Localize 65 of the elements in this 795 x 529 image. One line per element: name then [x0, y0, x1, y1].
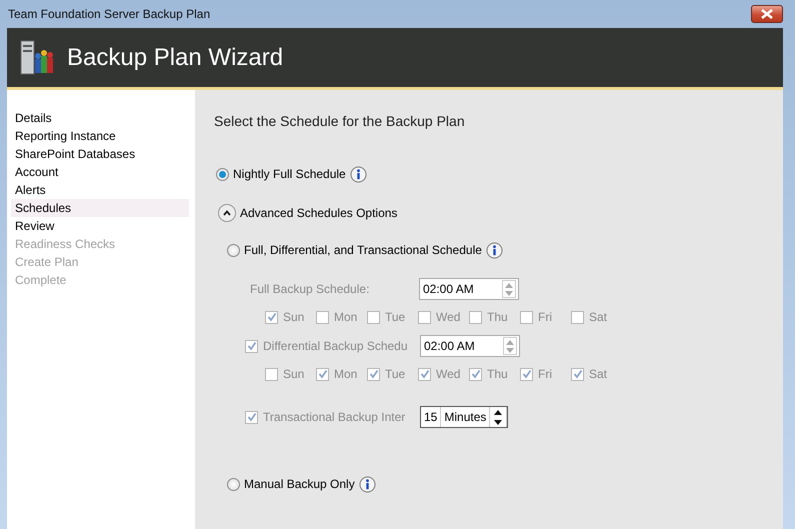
radio-button[interactable]: [227, 244, 240, 256]
day-label: Mon: [334, 309, 358, 326]
expander-label: Advanced Schedules Options: [240, 205, 398, 222]
sidebar-item[interactable]: Reporting Instance: [11, 127, 189, 145]
radio-label: Nightly Full Schedule: [233, 166, 346, 183]
day-label: Wed: [436, 309, 460, 326]
checkbox[interactable]: [265, 368, 278, 380]
expander-button[interactable]: [218, 204, 236, 222]
day-label: Thu: [487, 309, 508, 326]
radio-button[interactable]: [216, 168, 229, 180]
day-label: Sun: [283, 366, 304, 383]
day-label: Sun: [283, 309, 304, 326]
day-label: Thu: [487, 366, 508, 383]
schedule-label: Full Backup Schedule:: [250, 281, 370, 298]
checkbox[interactable]: [520, 368, 533, 380]
radio-button[interactable]: [227, 478, 240, 490]
day-label: Tue: [385, 366, 406, 383]
sidebar-item[interactable]: Details: [11, 109, 189, 127]
checkbox[interactable]: [469, 368, 482, 380]
day-label: Sat: [589, 366, 608, 383]
close-button[interactable]: [751, 5, 783, 23]
info-icon[interactable]: [358, 476, 376, 492]
checkbox[interactable]: [245, 410, 258, 424]
time-field[interactable]: 02:00 AM: [419, 278, 519, 300]
day-label: Tue: [385, 309, 406, 326]
interval-field[interactable]: 15 Minutes: [420, 406, 508, 428]
chevron-up-icon: [223, 210, 231, 216]
time-value: 02:00 AM: [423, 281, 474, 298]
checkbox[interactable]: [418, 368, 431, 380]
server-users-icon: [19, 40, 55, 76]
checkbox[interactable]: [367, 368, 380, 380]
checkbox[interactable]: [316, 368, 329, 380]
day-label: Fri: [538, 366, 552, 383]
info-icon[interactable]: [486, 242, 503, 258]
checkbox[interactable]: [418, 310, 431, 324]
sidebar-item[interactable]: SharePoint Databases: [11, 145, 189, 163]
time-field[interactable]: 02:00 AM: [420, 335, 520, 357]
sidebar-item[interactable]: Account: [11, 163, 189, 181]
checkbox[interactable]: [265, 310, 278, 324]
checkbox[interactable]: [367, 310, 380, 324]
sidebar-item[interactable]: Review: [11, 217, 189, 235]
wizard-title: Backup Plan Wizard: [67, 42, 284, 72]
interval-value: 15: [421, 407, 442, 427]
close-icon: [760, 9, 774, 19]
checkbox[interactable]: [245, 340, 258, 352]
day-label: Mon: [334, 366, 358, 383]
info-icon[interactable]: [350, 166, 367, 182]
checkbox[interactable]: [520, 310, 533, 324]
window-title: Team Foundation Server Backup Plan: [8, 6, 210, 23]
radio-label: Manual Backup Only: [244, 476, 355, 493]
checkbox[interactable]: [469, 310, 482, 324]
schedule-label: Differential Backup Schedu: [263, 338, 409, 355]
schedule-label: Transactional Backup Inter: [263, 409, 406, 426]
checkbox[interactable]: [571, 368, 584, 380]
checkbox[interactable]: [571, 310, 584, 324]
time-value: 02:00 AM: [424, 338, 475, 355]
radio-label: Full, Differential, and Transactional Schedule: [244, 242, 482, 259]
sidebar-item[interactable]: Schedules: [11, 199, 189, 217]
sidebar-item[interactable]: Alerts: [11, 181, 189, 199]
checkbox[interactable]: [316, 310, 329, 324]
interval-unit: Minutes: [441, 407, 490, 427]
day-label: Wed: [436, 366, 460, 383]
day-label: Sat: [589, 309, 608, 326]
day-label: Fri: [538, 309, 552, 326]
page-heading: Select the Schedule for the Backup Plan: [214, 112, 466, 131]
